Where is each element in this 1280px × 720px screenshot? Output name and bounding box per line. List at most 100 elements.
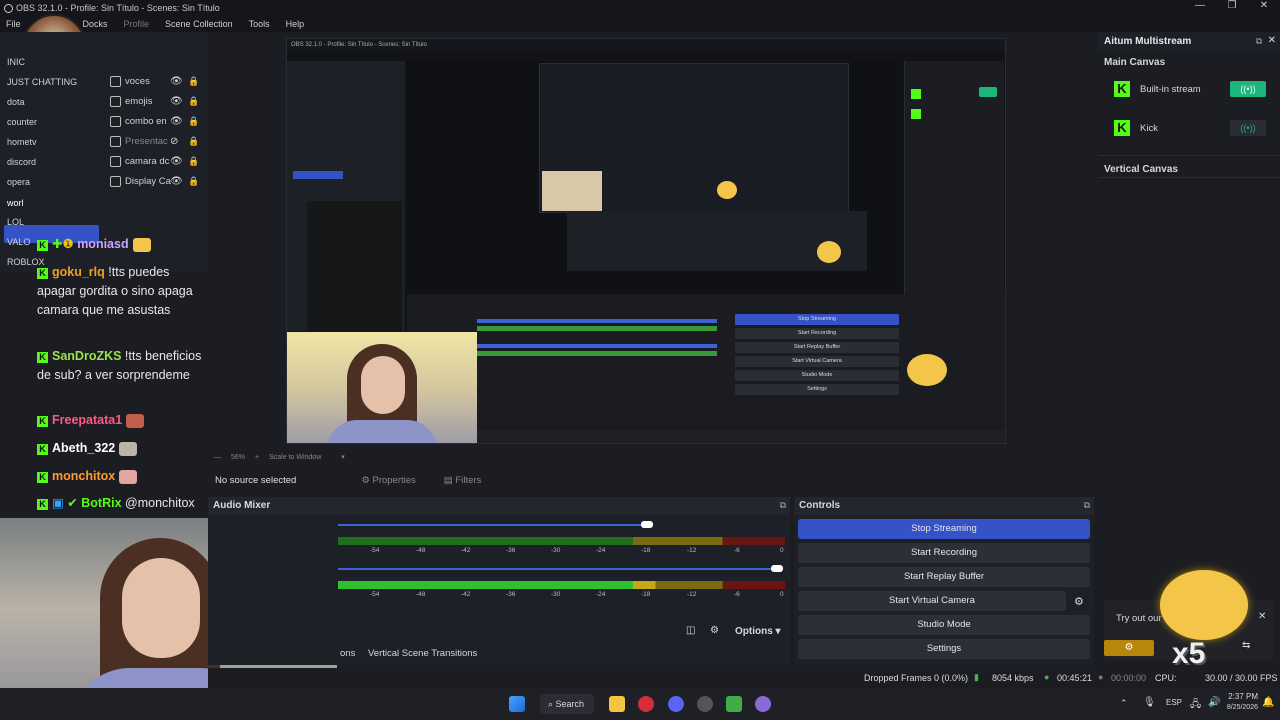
menu-profile[interactable]: Profile [124,19,150,29]
scale-mode[interactable]: Scale to Window [269,454,321,461]
share-icon[interactable]: ⇆ [1242,640,1250,651]
source-row[interactable]: Display Ca 👁 🔒 [110,176,205,187]
scene-item[interactable]: hometv [7,137,37,147]
channel-1-fader[interactable] [338,524,648,526]
mixer-options-button[interactable]: Options ▾ [735,626,781,637]
chevron-up-icon[interactable]: ⌃ [1120,698,1128,709]
studio-mode-button[interactable]: Studio Mode [798,615,1090,635]
zoom-in-icon[interactable]: + [255,454,259,461]
eye-icon[interactable]: 👁 [170,96,183,107]
filters-button[interactable]: ▤ Filters [444,475,482,486]
lock-icon[interactable]: 🔒 [188,96,199,107]
scene-item[interactable]: VALO [7,237,30,247]
language-indicator[interactable]: ESP [1166,698,1182,707]
opera-icon[interactable] [638,696,654,712]
menu-scene-collection[interactable]: Scene Collection [165,19,233,29]
eye-icon[interactable]: 👁 [170,116,183,127]
source-row[interactable]: voces 👁 🔒 [110,76,205,87]
channel-1-knob[interactable] [641,521,653,528]
close-icon[interactable]: ✕ [1258,611,1266,622]
scene-item[interactable]: discord [7,157,36,167]
window-title: OBS 32.1.0 - Profile: Sin Título - Scene… [16,3,220,13]
scene-item-selected[interactable]: worl [7,198,24,208]
stream-toggle-icon[interactable]: ((•)) [1230,120,1266,136]
source-row[interactable]: combo en 👁 🔒 [110,116,205,127]
minecraft-icon[interactable] [726,696,742,712]
kick-badge-icon: K [37,444,48,455]
lock-icon[interactable]: 🔒 [188,156,199,167]
destination-row: K Built-in stream ((•)) [1098,70,1280,108]
tab-vertical-scene-transitions[interactable]: Vertical Scene Transitions [368,648,477,659]
source-label: emojis [125,96,153,107]
start-recording-button[interactable]: Start Recording [798,543,1090,563]
signal-icon: ▮ [974,672,979,682]
eye-icon[interactable]: 👁 [170,156,183,167]
lock-icon[interactable]: 🔒 [188,116,199,127]
minimize-icon[interactable]: — [1184,0,1216,11]
menu-file[interactable]: File [6,19,21,29]
source-row[interactable]: emojis 👁 🔒 [110,96,205,107]
network-icon[interactable]: 🖧 [1190,697,1201,714]
gear-icon[interactable]: ⚙ [1104,640,1154,656]
try-out-text: Try out our [1116,613,1162,624]
scene-item[interactable]: LOL [7,217,24,227]
properties-button[interactable]: ⚙ Properties [361,475,415,486]
eye-icon[interactable]: 👁 [170,76,183,87]
close-icon[interactable]: ✕ [1248,0,1280,11]
stop-streaming-button[interactable]: Stop Streaming [798,519,1090,539]
file-explorer-icon[interactable] [609,696,625,712]
scene-item[interactable]: JUST CHATTING [7,77,77,87]
chat-overlay: K ✚❶ moniasd Kgoku_rlq !tts puedes apagar… [30,232,208,520]
eye-hidden-icon[interactable]: ⊘ [170,136,178,147]
discord-icon[interactable] [668,696,684,712]
zoom-out-icon[interactable]: — [214,454,221,461]
destination-name: Built-in stream [1140,83,1201,95]
lock-icon[interactable]: 🔒 [188,76,199,87]
settings-button[interactable]: Settings [798,639,1090,659]
menu-tools[interactable]: Tools [249,19,270,29]
microphone-icon[interactable]: 🎙 [1143,697,1156,708]
scene-item[interactable]: counter [7,117,37,127]
channel-2-knob[interactable] [771,565,783,572]
taskbar-date[interactable]: 8/25/2026 [1216,704,1258,711]
undock-icon[interactable]: ⧉ [1084,500,1090,511]
chat-message: K Freepatata1 [37,411,209,430]
mod-badge-icon: ▣ [52,496,64,510]
notifications-icon[interactable]: 🔔 [1262,697,1274,708]
kick-badge-icon: K [37,416,48,427]
taskbar-search[interactable]: ⌕ Search [540,694,594,714]
layout-icon[interactable]: ◫ [686,625,695,636]
lock-icon[interactable]: 🔒 [188,176,199,187]
tab-transitions-partial[interactable]: ons [340,648,355,659]
preview-canvas[interactable]: OBS 32.1.0 - Profile: Sin Título - Scene… [286,38,1006,444]
stream-toggle-active-icon[interactable]: ((•)) [1230,81,1266,97]
close-icon[interactable]: ✕ [1268,35,1276,46]
camera-icon [110,156,121,167]
status-bar: Dropped Frames 0 (0.0%) ▮ 8054 kbps ● 00… [208,668,1280,688]
source-row[interactable]: camara dc 👁 🔒 [110,156,205,167]
windows-start-icon[interactable] [509,696,525,712]
lock-icon[interactable]: 🔒 [188,136,199,147]
settings-icon[interactable]: ⚙ [710,625,719,636]
maximize-icon[interactable]: ❐ [1216,0,1248,11]
app-icon[interactable] [755,696,771,712]
taskbar-time[interactable]: 2:37 PM [1224,692,1258,701]
eye-icon[interactable]: 👁 [170,176,183,187]
channel-2-fader[interactable] [338,568,778,570]
obs-icon[interactable] [697,696,713,712]
start-replay-buffer-button[interactable]: Start Replay Buffer [798,567,1090,587]
menu-docks[interactable]: Docks [83,19,108,29]
virtual-camera-settings-icon[interactable]: ⚙ [1074,595,1084,608]
start-virtual-camera-button[interactable]: Start Virtual Camera [798,591,1066,611]
undock-icon[interactable]: ⧉ [780,500,786,511]
source-toolbar: No source selected ⚙ Properties ▤ Filter… [208,467,1088,493]
menu-help[interactable]: Help [286,19,305,29]
source-row[interactable]: Presentac ⊘ 🔒 [110,136,205,147]
scene-item[interactable]: INIC [7,57,25,67]
scene-item[interactable]: opera [7,177,30,187]
undock-icon[interactable]: ⧉ [1256,36,1262,47]
chat-username: Freepatata1 [52,413,123,427]
nested-studio-mode: Studio Mode [735,370,899,381]
chevron-down-icon[interactable]: ▾ [341,453,345,461]
scene-item[interactable]: dota [7,97,25,107]
